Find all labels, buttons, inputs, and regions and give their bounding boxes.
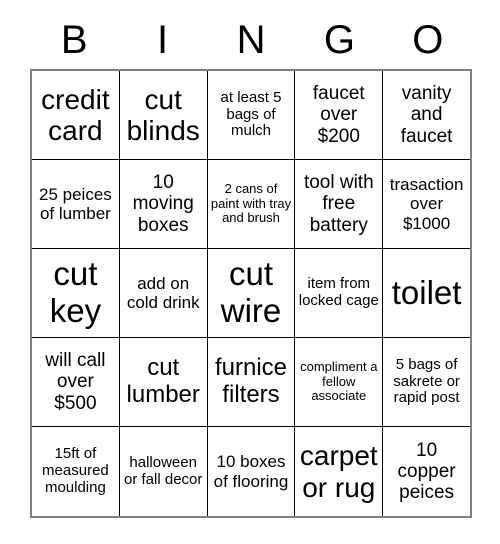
bingo-cell[interactable]: add on cold drink: [120, 249, 208, 337]
bingo-cell[interactable]: compliment a fellow associate: [295, 338, 384, 426]
bingo-cell[interactable]: vanity and faucet: [383, 71, 470, 159]
bingo-cell[interactable]: cut wire: [208, 249, 296, 337]
bingo-cell[interactable]: 5 bags of sakrete or rapid post: [383, 338, 470, 426]
bingo-cell[interactable]: carpet or rug: [295, 427, 384, 516]
bingo-row: credit card cut blinds at least 5 bags o…: [32, 71, 470, 160]
bingo-cell[interactable]: furnice filters: [208, 338, 296, 426]
bingo-cell[interactable]: halloween or fall decor: [120, 427, 208, 516]
header-letter-n: N: [236, 17, 266, 62]
bingo-cell[interactable]: 10 copper peices: [383, 427, 470, 516]
bingo-cell[interactable]: will call over $500: [32, 338, 120, 426]
header-letter-i: I: [157, 17, 169, 62]
bingo-cell[interactable]: cut blinds: [120, 71, 208, 159]
bingo-header: B I N G O: [30, 10, 472, 69]
bingo-cell[interactable]: toilet: [383, 249, 470, 337]
bingo-cell[interactable]: tool with free battery: [295, 160, 384, 248]
bingo-cell[interactable]: 25 peices of lumber: [32, 160, 120, 248]
bingo-cell[interactable]: cut key: [32, 249, 120, 337]
bingo-cell[interactable]: item from locked cage: [295, 249, 384, 337]
bingo-cell[interactable]: 10 moving boxes: [120, 160, 208, 248]
bingo-row: will call over $500 cut lumber furnice f…: [32, 338, 470, 427]
bingo-cell[interactable]: cut lumber: [120, 338, 208, 426]
bingo-row: cut key add on cold drink cut wire item …: [32, 249, 470, 338]
bingo-card: B I N G O credit card cut blinds at leas…: [30, 10, 472, 518]
bingo-cell[interactable]: at least 5 bags of mulch: [208, 71, 296, 159]
bingo-grid: credit card cut blinds at least 5 bags o…: [30, 69, 472, 518]
bingo-cell[interactable]: 2 cans of paint with tray and brush: [208, 160, 296, 248]
bingo-cell[interactable]: trasaction over $1000: [383, 160, 470, 248]
header-letter-b: B: [60, 17, 88, 62]
header-letter-o: O: [412, 17, 444, 62]
bingo-row: 25 peices of lumber 10 moving boxes 2 ca…: [32, 160, 470, 249]
bingo-cell[interactable]: faucet over $200: [295, 71, 384, 159]
header-letter-g: G: [323, 17, 355, 62]
bingo-cell[interactable]: 15ft of measured moulding: [32, 427, 120, 516]
bingo-row: 15ft of measured moulding halloween or f…: [32, 427, 470, 516]
bingo-cell[interactable]: credit card: [32, 71, 120, 159]
bingo-cell[interactable]: 10 boxes of flooring: [208, 427, 296, 516]
